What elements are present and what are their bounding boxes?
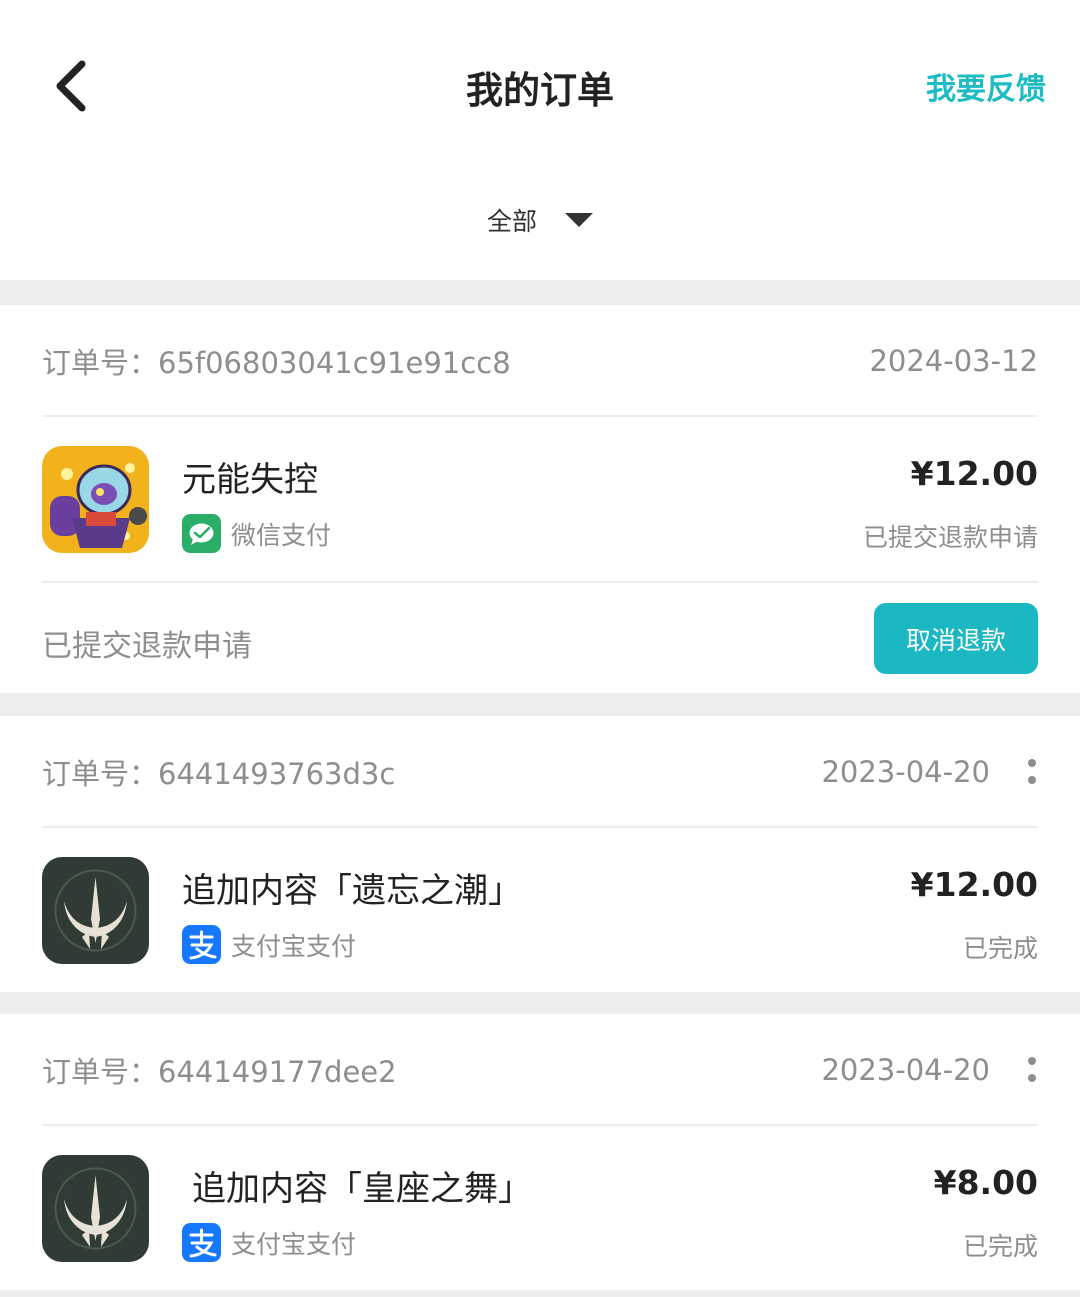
refund-status: 已提交退款申请 xyxy=(42,629,252,664)
order-price: ¥12.00 xyxy=(910,865,1038,904)
game-title: 追加内容「皇座之舞」 xyxy=(192,1169,532,1209)
order-card[interactable]: 订单号：644149177dee2 2023-04-20 追加内容「皇座之舞」 xyxy=(0,1014,1080,1290)
order-number: 订单号：644149177dee2 xyxy=(42,1054,397,1089)
dot-icon xyxy=(1028,1074,1036,1082)
order-card[interactable]: 订单号：65f06803041c91e91cc8 2024-03-12 元能失控 xyxy=(0,305,1080,693)
order-price: ¥8.00 xyxy=(933,1163,1038,1202)
header: 我的订单 我要反馈 全部 xyxy=(0,0,1080,280)
order-header: 订单号：644149177dee2 2023-04-20 xyxy=(42,1014,1038,1125)
payment-method: 微信支付 xyxy=(182,514,331,553)
game-icon xyxy=(42,857,149,964)
payment-label: 支付宝支付 xyxy=(231,1229,357,1259)
game-icon xyxy=(42,446,149,553)
dot-icon xyxy=(1028,776,1036,784)
order-card[interactable]: 订单号：6441493763d3c 2023-04-20 追加内容「遗忘之潮」 xyxy=(0,716,1080,992)
divider xyxy=(42,415,1038,417)
divider xyxy=(42,1124,1038,1126)
divider xyxy=(42,581,1038,583)
wechat-pay-icon xyxy=(182,514,221,553)
order-item[interactable]: 追加内容「遗忘之潮」 支付宝支付 ¥12.00 已完成 xyxy=(42,857,1038,965)
payment-method: 支付宝支付 xyxy=(182,1223,356,1262)
divider xyxy=(42,826,1038,828)
filter-dropdown[interactable]: 全部 xyxy=(0,202,1080,238)
payment-label: 支付宝支付 xyxy=(231,931,357,961)
page-title: 我的订单 xyxy=(466,69,614,112)
dot-icon xyxy=(1028,759,1036,767)
more-options-button[interactable] xyxy=(1026,1057,1038,1082)
feedback-link[interactable]: 我要反馈 xyxy=(926,64,1046,108)
game-icon xyxy=(42,1155,149,1262)
order-item[interactable]: 元能失控 微信支付 ¥12.00 已提交退款申请 xyxy=(42,446,1038,554)
order-price: ¥12.00 xyxy=(910,454,1038,493)
order-header: 订单号：6441493763d3c 2023-04-20 xyxy=(42,716,1038,827)
order-date: 2024-03-12 xyxy=(869,343,1038,378)
order-status: 已提交退款申请 xyxy=(862,523,1038,552)
order-header: 订单号：65f06803041c91e91cc8 2024-03-12 xyxy=(42,305,1038,416)
dot-icon xyxy=(1028,1057,1036,1065)
alipay-icon xyxy=(182,1223,221,1262)
order-item[interactable]: 追加内容「皇座之舞」 支付宝支付 ¥8.00 已完成 xyxy=(42,1155,1038,1263)
order-number: 订单号：6441493763d3c xyxy=(42,756,396,791)
order-status: 已完成 xyxy=(962,934,1038,963)
game-title: 元能失控 xyxy=(182,460,318,500)
order-status: 已完成 xyxy=(962,1232,1038,1261)
more-options-button[interactable] xyxy=(1026,759,1038,784)
order-number: 订单号：65f06803041c91e91cc8 xyxy=(42,345,511,380)
payment-method: 支付宝支付 xyxy=(182,925,356,964)
order-date: 2023-04-20 xyxy=(821,1052,990,1087)
caret-down-icon xyxy=(565,213,593,227)
alipay-icon xyxy=(182,925,221,964)
game-title: 追加内容「遗忘之潮」 xyxy=(182,871,522,911)
order-date: 2023-04-20 xyxy=(821,754,990,789)
payment-label: 微信支付 xyxy=(231,520,332,550)
cancel-refund-button[interactable]: 取消退款 xyxy=(874,603,1038,674)
filter-label: 全部 xyxy=(486,207,537,236)
